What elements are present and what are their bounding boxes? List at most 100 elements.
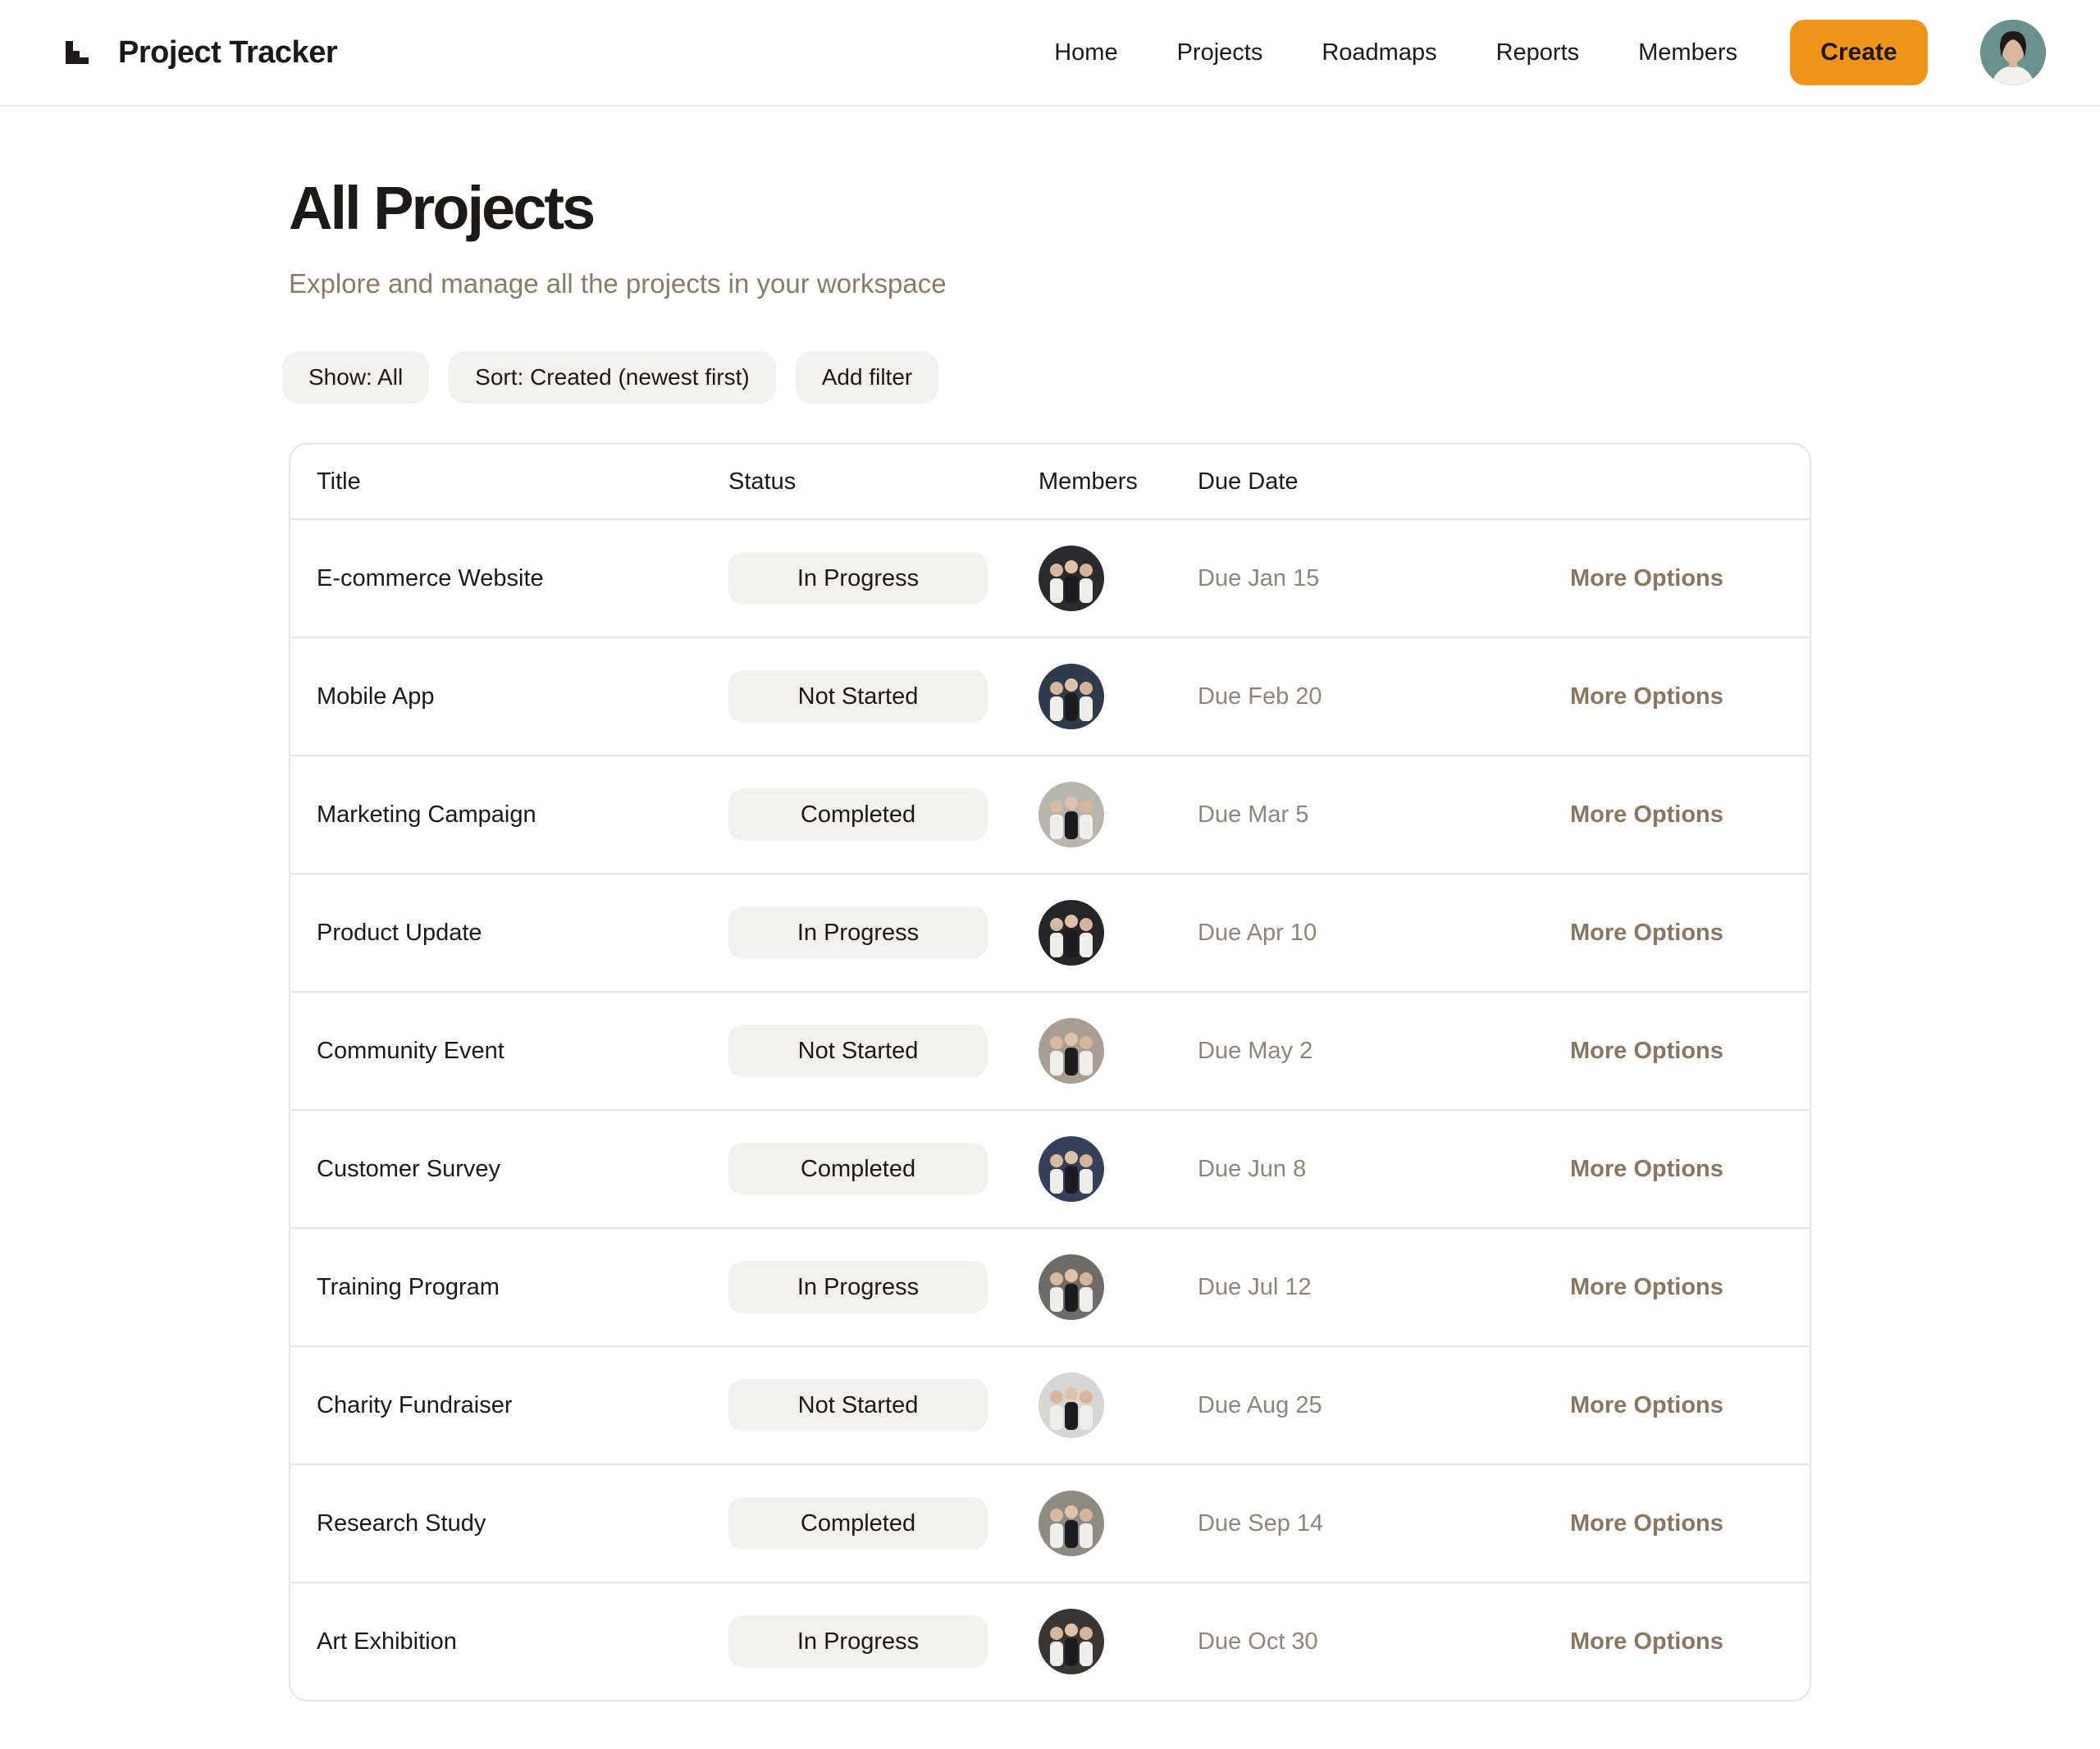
add-filter-chip[interactable]: Add filter [795,351,939,404]
status-cell: Not Started [728,670,988,723]
table-header-row: Title Status Members Due Date [290,445,1810,518]
project-title[interactable]: Mobile App [317,683,435,710]
members-cell [1039,900,1104,966]
table-row[interactable]: Marketing Campaign Completed Due Mar 5 More… [290,755,1810,873]
due-date: Due Oct 30 [1198,1628,1318,1655]
table-row[interactable]: Customer Survey Completed Due Jun 8 More Op… [290,1109,1810,1227]
more-options-link[interactable]: More Options [1570,1392,1723,1419]
status-badge: In Progress [728,1615,988,1668]
app-name: Project Tracker [118,34,338,70]
brand[interactable]: Project Tracker [66,34,338,71]
members-avatar[interactable] [1039,664,1104,729]
more-options-link[interactable]: More Options [1570,683,1723,710]
status-cell: Completed [728,1143,988,1195]
status-badge: In Progress [728,552,988,605]
more-options-link[interactable]: More Options [1570,1156,1723,1183]
table-body: E-commerce Website In Progress Due Jan 15 M… [290,518,1810,1700]
due-date: Due May 2 [1198,1037,1313,1064]
header-title: Title [317,468,361,495]
more-options-link[interactable]: More Options [1570,1274,1723,1301]
due-date: Due Jun 8 [1198,1155,1307,1182]
status-cell: Completed [728,788,988,841]
status-cell: In Progress [728,552,988,605]
status-badge: Completed [728,1497,988,1550]
status-cell: Not Started [728,1025,988,1077]
table-row[interactable]: Product Update In Progress Due Apr 10 More … [290,873,1810,991]
projects-table: Title Status Members Due Date E-commerce… [289,443,1811,1701]
members-cell [1039,1136,1104,1202]
project-title[interactable]: Art Exhibition [317,1628,457,1655]
members-avatar[interactable] [1039,1254,1104,1320]
table-row[interactable]: Community Event Not Started Due May 2 More … [290,991,1810,1109]
members-cell [1039,1254,1104,1320]
sort-chip[interactable]: Sort: Created (newest first) [449,351,776,404]
create-button[interactable]: Create [1790,20,1928,85]
status-badge: Not Started [728,1379,988,1432]
nav-roadmaps[interactable]: Roadmaps [1322,39,1436,66]
logo-icon [66,41,89,64]
header-status: Status [728,468,797,495]
status-cell: In Progress [728,906,988,959]
nav-home[interactable]: Home [1054,39,1117,66]
main-nav: Home Projects Roadmaps Reports Members C… [1054,20,2046,85]
table-row[interactable]: Charity Fundraiser Not Started Due Aug 25 M… [290,1345,1810,1464]
project-title[interactable]: Community Event [317,1038,504,1065]
project-title[interactable]: Research Study [317,1510,486,1537]
members-avatar[interactable] [1039,1018,1104,1084]
due-date: Due Jul 12 [1198,1273,1312,1300]
project-title[interactable]: Training Program [317,1274,500,1301]
nav-members[interactable]: Members [1638,39,1737,66]
members-avatar[interactable] [1039,1372,1104,1438]
status-badge: Not Started [728,1025,988,1077]
members-cell [1039,1609,1104,1674]
main-content: All Projects Explore and manage all the … [282,107,1811,1701]
project-title[interactable]: Marketing Campaign [317,801,536,829]
header-due-date: Due Date [1198,468,1299,495]
status-cell: Not Started [728,1379,988,1432]
top-navigation-bar: Project Tracker Home Projects Roadmaps R… [0,0,2100,107]
members-cell [1039,546,1104,611]
page-subtitle: Explore and manage all the projects in y… [289,268,947,299]
page-title: All Projects [289,174,596,242]
status-cell: In Progress [728,1615,988,1668]
members-cell [1039,664,1104,729]
more-options-link[interactable]: More Options [1570,801,1723,829]
members-avatar[interactable] [1039,546,1104,611]
members-avatar[interactable] [1039,1491,1104,1556]
due-date: Due Sep 14 [1198,1509,1324,1537]
project-title[interactable]: Product Update [317,920,482,947]
status-badge: Completed [728,788,988,841]
project-title[interactable]: Charity Fundraiser [317,1392,513,1419]
show-filter-chip[interactable]: Show: All [282,351,430,404]
project-title[interactable]: Customer Survey [317,1156,500,1183]
status-badge: Completed [728,1143,988,1195]
due-date: Due Aug 25 [1198,1391,1322,1418]
more-options-link[interactable]: More Options [1570,1038,1723,1065]
more-options-link[interactable]: More Options [1570,920,1723,947]
members-avatar[interactable] [1039,900,1104,966]
more-options-link[interactable]: More Options [1570,1628,1723,1655]
members-cell [1039,1018,1104,1084]
status-badge: In Progress [728,906,988,959]
table-row[interactable]: Research Study Completed Due Sep 14 More Op… [290,1464,1810,1582]
status-badge: In Progress [728,1261,988,1313]
table-row[interactable]: Training Program In Progress Due Jul 12 Mor… [290,1227,1810,1345]
due-date: Due Apr 10 [1198,919,1317,946]
nav-reports[interactable]: Reports [1496,39,1580,66]
table-row[interactable]: Art Exhibition In Progress Due Oct 30 More … [290,1582,1810,1700]
status-cell: Completed [728,1497,988,1550]
user-avatar[interactable] [1980,20,2046,85]
members-cell [1039,1372,1104,1438]
members-avatar[interactable] [1039,782,1104,847]
filter-bar: Show: All Sort: Created (newest first) A… [282,351,1811,404]
members-cell [1039,782,1104,847]
table-row[interactable]: Mobile App Not Started Due Feb 20 More Opti… [290,637,1810,755]
table-row[interactable]: E-commerce Website In Progress Due Jan 15 M… [290,518,1810,637]
project-title[interactable]: E-commerce Website [317,565,544,592]
members-avatar[interactable] [1039,1136,1104,1202]
nav-projects[interactable]: Projects [1177,39,1263,66]
more-options-link[interactable]: More Options [1570,565,1723,592]
due-date: Due Mar 5 [1198,801,1309,828]
more-options-link[interactable]: More Options [1570,1510,1723,1537]
members-avatar[interactable] [1039,1609,1104,1674]
